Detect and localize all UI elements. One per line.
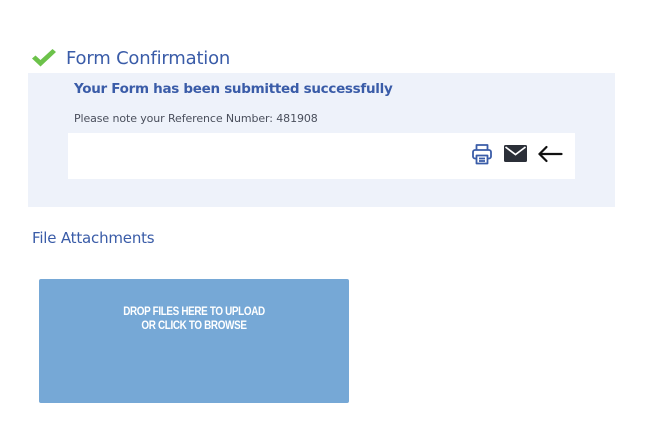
success-message: Your Form has been submitted successfull… (74, 81, 393, 97)
check-icon (31, 48, 57, 68)
email-icon (503, 145, 527, 167)
back-button[interactable] (536, 143, 564, 169)
email-button[interactable] (501, 143, 529, 169)
print-button[interactable] (468, 143, 496, 169)
page-header: Form Confirmation (31, 46, 230, 70)
dropzone-label-line2: OR CLICK TO BROWSE (141, 320, 247, 332)
dropzone-label: DROP FILES HERE TO UPLOAD OR CLICK TO BR… (61, 305, 328, 333)
file-dropzone[interactable]: DROP FILES HERE TO UPLOAD OR CLICK TO BR… (39, 279, 349, 403)
reference-number-text: Please note your Reference Number: 48190… (74, 112, 318, 125)
page-title: Form Confirmation (66, 47, 231, 69)
confirmation-panel: Your Form has been submitted successfull… (28, 73, 615, 207)
action-bar (68, 133, 575, 179)
file-attachments-title: File Attachments (32, 229, 155, 247)
dropzone-label-line1: DROP FILES HERE TO UPLOAD (123, 306, 265, 318)
form-confirmation-page: Form Confirmation Your Form has been sub… (0, 0, 651, 422)
print-icon (471, 143, 493, 170)
back-arrow-icon (537, 145, 563, 168)
